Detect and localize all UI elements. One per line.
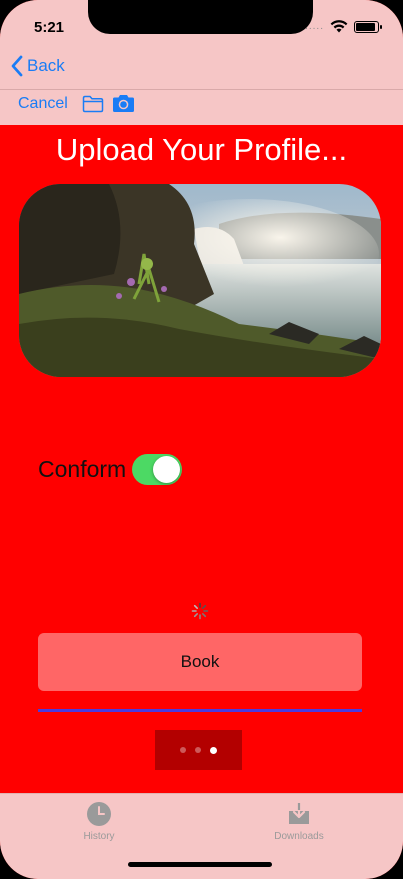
activity-spinner-icon	[191, 602, 209, 620]
camera-icon[interactable]	[111, 94, 136, 113]
tab-downloads-label: Downloads	[274, 831, 324, 842]
navigation-area: 5:21 ..... Back Cancel	[0, 0, 403, 125]
toggle-knob	[153, 456, 181, 483]
back-button[interactable]: Back	[10, 55, 65, 77]
tab-history-label: History	[83, 831, 115, 842]
page-dot[interactable]	[210, 746, 217, 754]
conform-toggle[interactable]	[132, 454, 183, 485]
cancel-button[interactable]: Cancel	[18, 95, 68, 113]
page-dot[interactable]	[195, 747, 201, 753]
signal-icon: .....	[305, 21, 324, 32]
profile-photo[interactable]	[19, 184, 381, 377]
status-time: 5:21	[34, 19, 65, 36]
waterfall-landscape-image	[19, 184, 381, 377]
progress-bar	[38, 709, 362, 712]
page-control[interactable]	[155, 730, 242, 770]
tab-downloads[interactable]: Downloads	[254, 801, 344, 842]
status-indicators: .....	[305, 20, 382, 33]
battery-icon	[354, 20, 382, 33]
tab-history[interactable]: History	[54, 801, 144, 842]
page-title: Upload Your Profile...	[55, 132, 348, 167]
device-notch	[88, 0, 313, 34]
chevron-left-icon	[11, 55, 23, 77]
conform-label: Conform	[38, 456, 127, 482]
download-icon	[289, 801, 309, 824]
back-label: Back	[27, 56, 65, 75]
phone-screen: 5:21 ..... Back Cancel Upload Your Profi…	[0, 0, 403, 879]
progress-fill	[38, 709, 362, 712]
clock-icon	[87, 802, 111, 826]
toolbar: Cancel	[18, 94, 136, 113]
wifi-icon	[330, 20, 348, 33]
page-dot[interactable]	[180, 747, 186, 753]
folder-icon[interactable]	[82, 95, 104, 113]
conform-row: Conform	[38, 454, 183, 485]
home-indicator	[128, 862, 272, 867]
nav-divider	[0, 89, 403, 90]
book-button[interactable]: Book	[38, 633, 362, 691]
